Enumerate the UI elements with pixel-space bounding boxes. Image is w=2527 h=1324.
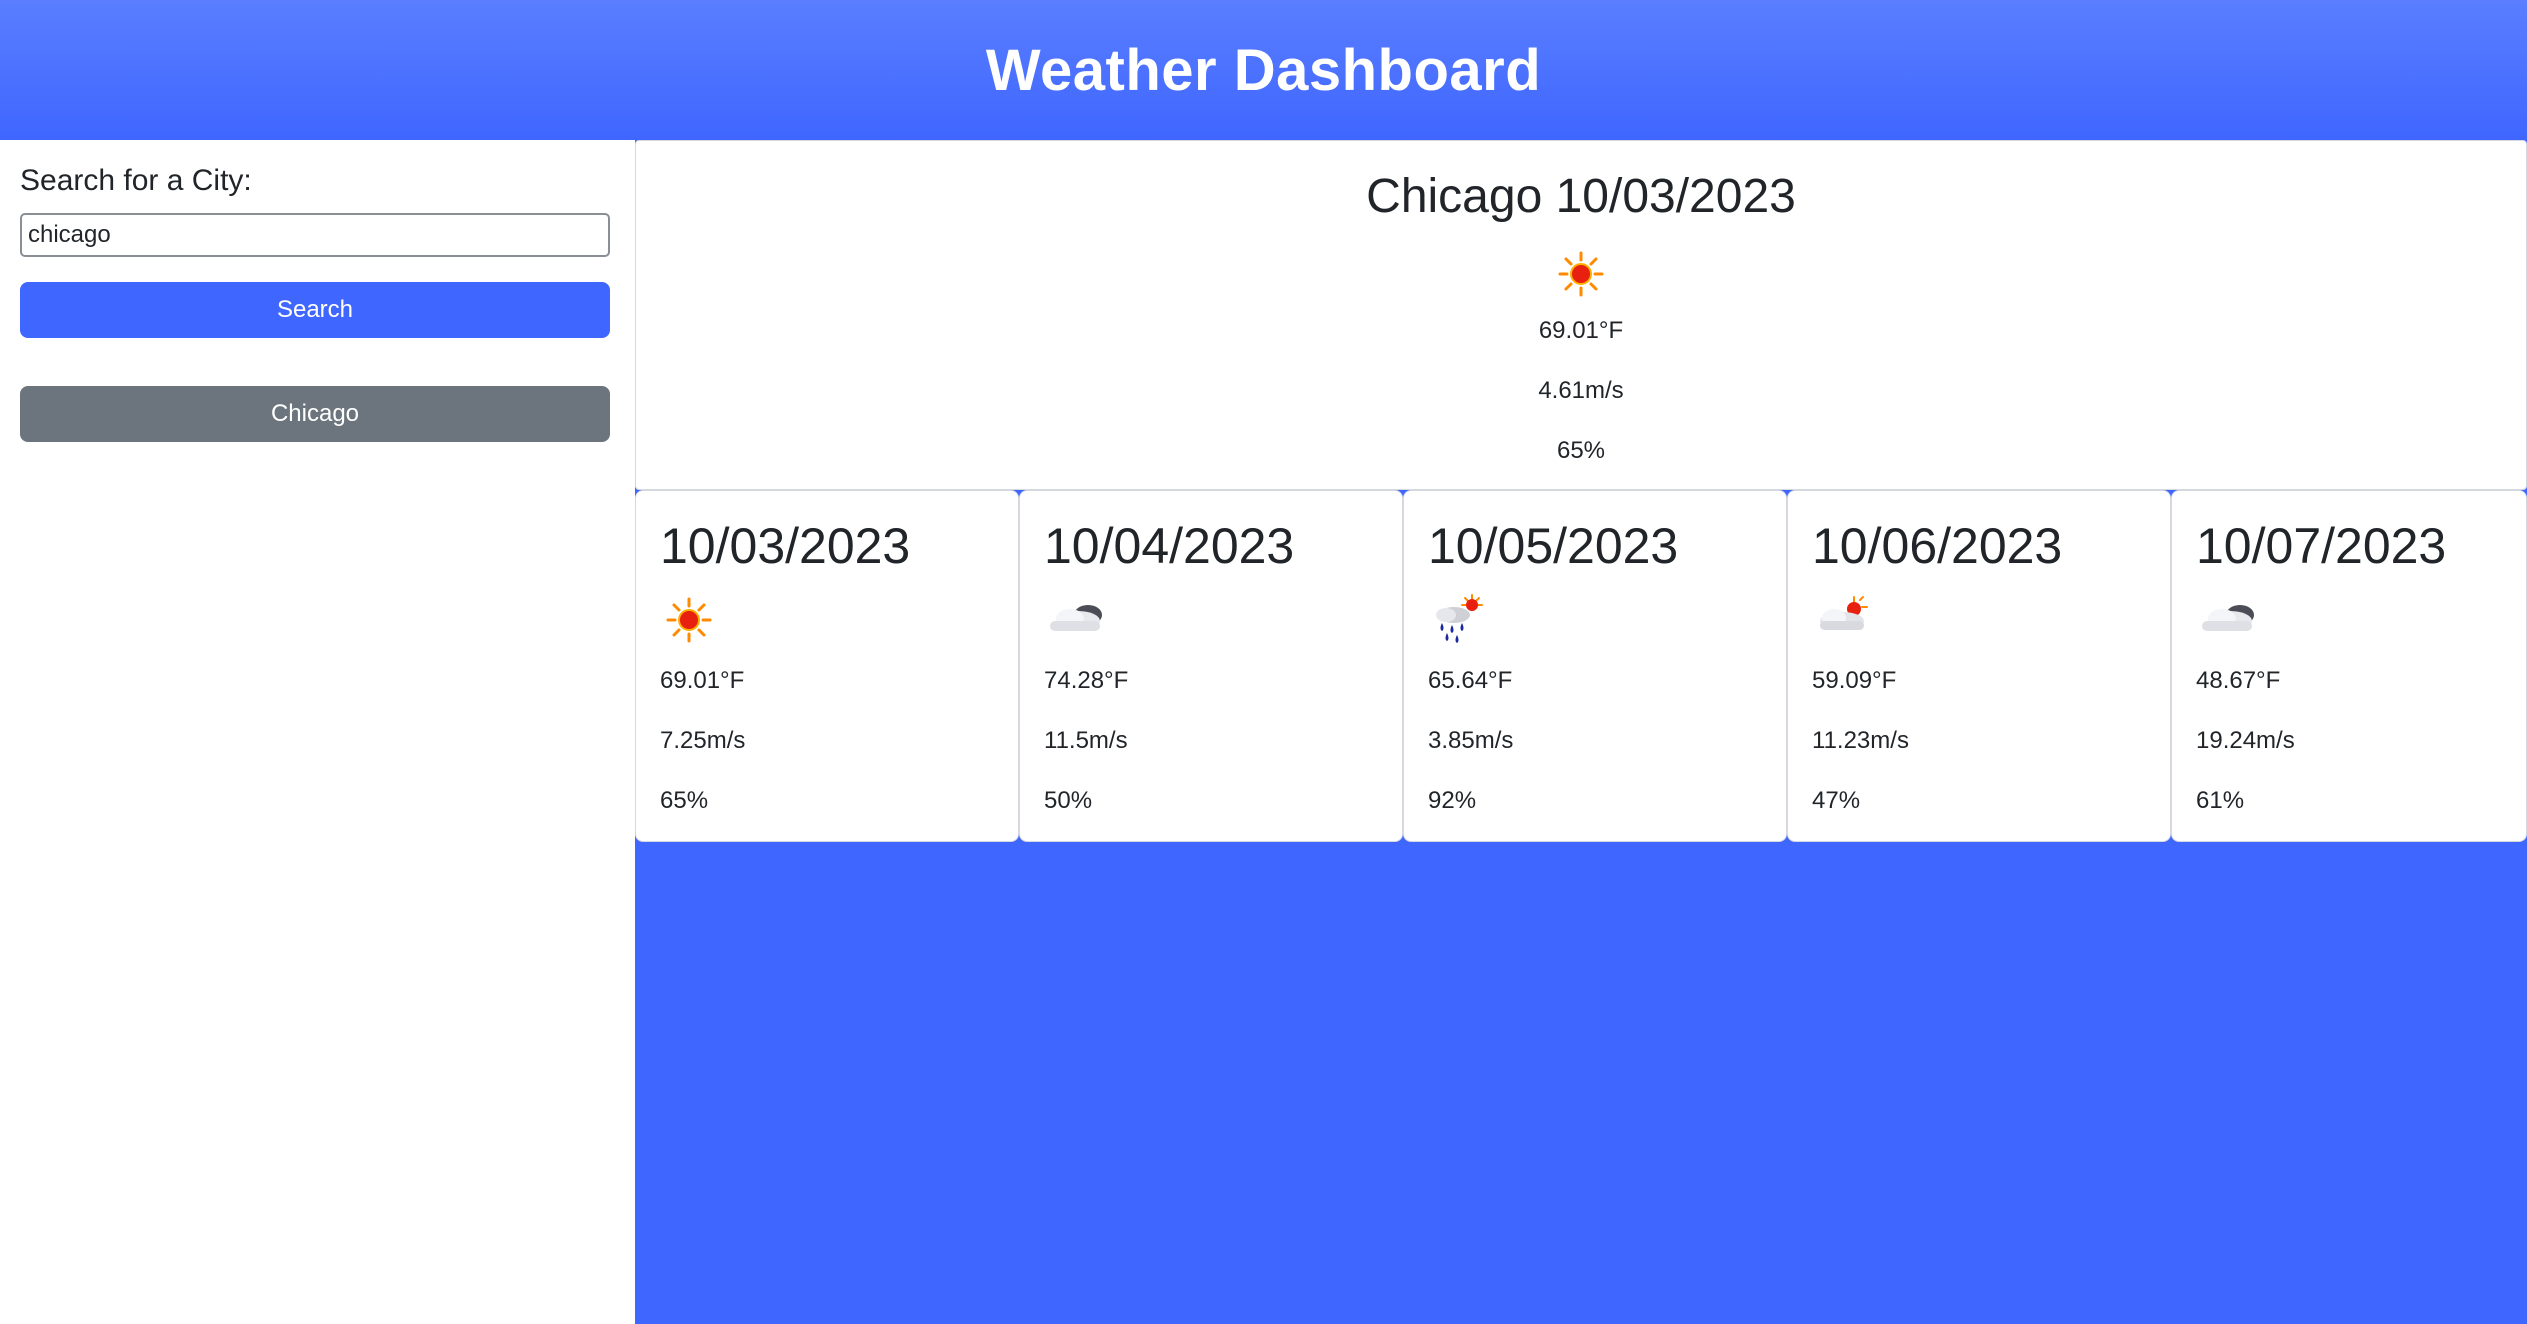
sidebar: Search for a City: Search Chicago (0, 140, 636, 1324)
forecast-icon-wrap (1424, 591, 1496, 647)
forecast-icon-wrap (1040, 591, 1112, 647)
forecast-icon-wrap (1808, 591, 1880, 647)
forecast-temp: 74.28°F (1044, 667, 1129, 694)
forecast-card: 10/03/2023 69.01°F 7.25m/s 65% (635, 490, 1019, 842)
current-wind: 4.61m/s (1538, 377, 1624, 404)
sun-icon (666, 597, 712, 643)
search-label: Search for a City: (20, 164, 252, 197)
forecast-date: 10/07/2023 (2196, 518, 2447, 574)
forecast-card: 10/04/2023 74.28°F 11.5m/s 50% (1019, 490, 1403, 842)
forecast-wind: 3.85m/s (1428, 727, 1514, 754)
main-content: Chicago 10/03/2023 69.01°F 4.61m/s 65% 1… (635, 140, 2527, 1324)
forecast-wind: 7.25m/s (660, 727, 746, 754)
rain-sun-icon (1436, 594, 1483, 643)
current-weather-title: Chicago 10/03/2023 (1366, 170, 1796, 223)
forecast-card: 10/06/2023 59.09°F 11.23m/s 47% (1787, 490, 2171, 842)
search-input[interactable] (20, 213, 610, 257)
forecast-date: 10/06/2023 (1812, 518, 2063, 574)
sun-icon (1558, 251, 1604, 297)
forecast-humidity: 92% (1428, 787, 1477, 814)
forecast-icon-wrap (656, 591, 728, 647)
forecast-humidity: 50% (1044, 787, 1093, 814)
search-button[interactable]: Search (20, 282, 610, 338)
forecast-card: 10/05/2023 65.64°F 3.85m/s 92% (1403, 490, 1787, 842)
forecast-cards: 10/03/2023 69.01°F 7.25m/s 65% 10/04/202… (635, 490, 2527, 842)
current-humidity: 65% (1556, 437, 1606, 464)
current-weather-icon-wrap (636, 249, 2526, 299)
forecast-humidity: 61% (2196, 787, 2245, 814)
forecast-temp: 69.01°F (660, 667, 745, 694)
forecast-wind: 11.5m/s (1044, 727, 1128, 754)
forecast-icon-wrap (2192, 591, 2264, 647)
forecast-wind: 19.24m/s (2196, 727, 2295, 754)
forecast-card: 10/07/2023 48.67°F 19.24m/s 61% (2171, 490, 2527, 842)
forecast-wind: 11.23m/s (1812, 727, 1909, 754)
forecast-humidity: 47% (1812, 787, 1861, 814)
current-weather-card: Chicago 10/03/2023 69.01°F 4.61m/s 65% (635, 140, 2527, 490)
forecast-date: 10/05/2023 (1428, 518, 1679, 574)
forecast-temp: 48.67°F (2196, 667, 2281, 694)
forecast-temp: 65.64°F (1428, 667, 1513, 694)
app-header: Weather Dashboard (0, 0, 2527, 140)
forecast-humidity: 65% (660, 787, 709, 814)
forecast-date: 10/04/2023 (1044, 518, 1295, 574)
cloud-icon (1050, 605, 1102, 631)
partly-cloudy-icon (1820, 596, 1868, 630)
forecast-date: 10/03/2023 (660, 518, 911, 574)
history-button-chicago[interactable]: Chicago (20, 386, 610, 442)
page-title: Weather Dashboard (985, 37, 1542, 103)
current-temp: 69.01°F (1538, 317, 1624, 344)
cloud-icon (2202, 605, 2254, 631)
forecast-temp: 59.09°F (1812, 667, 1897, 694)
